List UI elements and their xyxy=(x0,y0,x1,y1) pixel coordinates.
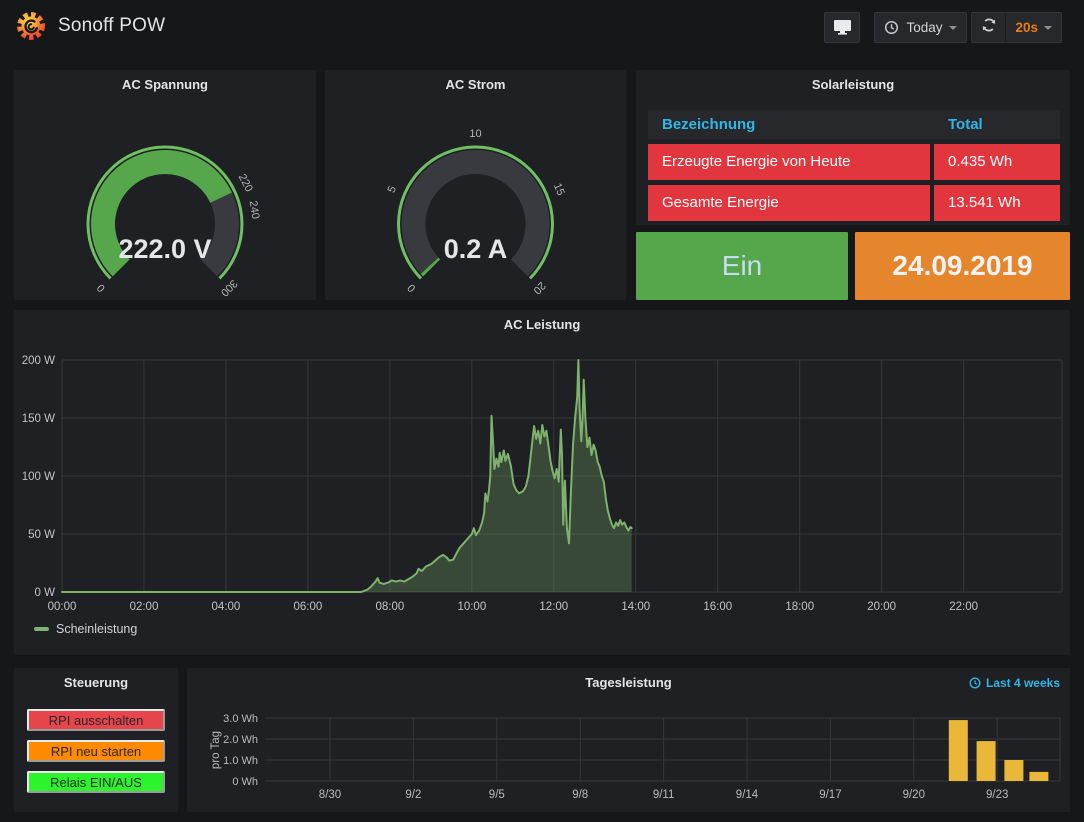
svg-text:8/30: 8/30 xyxy=(319,789,341,801)
refresh-controls: 20s xyxy=(971,12,1062,43)
refresh-interval-dropdown[interactable]: 20s xyxy=(1006,13,1061,42)
top-navbar: Sonoff POW Today xyxy=(0,0,1084,55)
row-label: Erzeugte Energie von Heute xyxy=(648,144,930,180)
column-header[interactable]: Total xyxy=(930,110,1060,139)
dashboard-title[interactable]: Sonoff POW xyxy=(58,15,165,37)
caret-down-icon xyxy=(1044,26,1052,30)
clock-icon xyxy=(884,20,899,35)
svg-text:16:00: 16:00 xyxy=(703,601,732,613)
svg-text:0 Wh: 0 Wh xyxy=(232,776,258,788)
panel-ac-strom: AC Strom 0 5 10 15 20 0.2 A xyxy=(325,70,626,300)
svg-text:00:00: 00:00 xyxy=(48,601,77,613)
refresh-interval-label: 20s xyxy=(1015,20,1038,35)
svg-text:200 W: 200 W xyxy=(22,355,55,367)
svg-text:08:00: 08:00 xyxy=(375,601,404,613)
svg-text:9/17: 9/17 xyxy=(819,789,841,801)
panel-solarleistung: Solarleistung Bezeichnung Total Erzeugte… xyxy=(636,70,1070,225)
time-shortcut-label: Last 4 weeks xyxy=(986,676,1060,690)
panel-date: 24.09.2019 xyxy=(855,232,1070,300)
kiosk-mode-button[interactable] xyxy=(824,12,860,43)
svg-text:9/5: 9/5 xyxy=(489,789,505,801)
series-name: Scheinleistung xyxy=(56,622,137,636)
row-label: Gesamte Energie xyxy=(648,185,930,221)
legend-item-scheinleistung[interactable]: Scheinleistung xyxy=(34,622,137,636)
svg-text:9/20: 9/20 xyxy=(903,789,925,801)
time-range-picker[interactable]: Today xyxy=(874,12,967,43)
daily-energy-bar-chart: 0 Wh 1.0 Wh 2.0 Wh 3.0 Wh 8/30 9/2 9/5 9/8 9/11 9… xyxy=(187,694,1070,811)
svg-text:9/8: 9/8 xyxy=(572,789,588,801)
svg-text:300: 300 xyxy=(218,277,239,298)
grafana-logo-icon[interactable] xyxy=(16,11,46,41)
series-color-dash xyxy=(34,627,49,631)
panel-title[interactable]: Steuerung xyxy=(14,675,178,690)
svg-text:3.0 Wh: 3.0 Wh xyxy=(223,713,258,725)
navbar-controls: Today 20s xyxy=(824,12,1062,43)
svg-text:04:00: 04:00 xyxy=(212,601,241,613)
svg-text:22:00: 22:00 xyxy=(949,601,978,613)
relay-state-value: Ein xyxy=(722,250,762,282)
svg-text:150 W: 150 W xyxy=(22,413,55,425)
panel-ac-leistung: AC Leistung 0 W50 W100 W150 W200 W00:000… xyxy=(14,310,1070,655)
svg-text:20:00: 20:00 xyxy=(867,601,896,613)
panel-relay-state: Ein xyxy=(636,232,848,300)
svg-text:222.0 V: 222.0 V xyxy=(118,234,211,264)
rpi-restart-button[interactable]: RPI neu starten xyxy=(27,740,165,762)
row-value: 0.435 Wh xyxy=(930,144,1060,180)
panel-steuerung: Steuerung RPI ausschalten RPI neu starte… xyxy=(14,668,178,812)
monitor-icon xyxy=(833,18,852,38)
svg-text:9/11: 9/11 xyxy=(653,789,675,801)
svg-text:9/23: 9/23 xyxy=(986,789,1008,801)
svg-text:9/14: 9/14 xyxy=(736,789,759,801)
svg-text:9/2: 9/2 xyxy=(405,789,421,801)
svg-text:0: 0 xyxy=(95,281,108,294)
svg-text:02:00: 02:00 xyxy=(130,601,159,613)
panel-ac-spannung: AC Spannung 0 220 240 300 222.0 V xyxy=(14,70,316,300)
refresh-button[interactable] xyxy=(972,13,1006,42)
control-buttons: RPI ausschalten RPI neu starten Relais E… xyxy=(14,709,178,802)
svg-text:240: 240 xyxy=(247,200,262,220)
row-value: 13.541 Wh xyxy=(930,185,1060,221)
svg-text:14:00: 14:00 xyxy=(621,601,650,613)
voltage-gauge: 0 220 240 300 222.0 V xyxy=(14,98,316,298)
panel-title[interactable]: AC Spannung xyxy=(14,77,316,92)
column-header[interactable]: Bezeichnung xyxy=(648,110,930,139)
svg-text:50 W: 50 W xyxy=(28,529,55,541)
refresh-icon xyxy=(981,17,997,38)
svg-text:2.0 Wh: 2.0 Wh xyxy=(223,734,258,746)
date-value: 24.09.2019 xyxy=(892,250,1032,282)
svg-text:20: 20 xyxy=(531,279,548,296)
panel-title[interactable]: AC Leistung xyxy=(14,317,1070,332)
svg-text:0.2 A: 0.2 A xyxy=(444,234,508,264)
current-gauge: 0 5 10 15 20 0.2 A xyxy=(325,98,626,298)
table-row: Gesamte Energie 13.541 Wh xyxy=(648,185,1060,221)
panel-title[interactable]: Solarleistung xyxy=(636,77,1070,92)
svg-text:0: 0 xyxy=(405,281,418,294)
solar-table: Bezeichnung Total Erzeugte Energie von H… xyxy=(648,110,1060,221)
svg-text:15: 15 xyxy=(551,182,567,198)
panel-tagesleistung: Tagesleistung Last 4 weeks 0 Wh 1.0 Wh 2.0… xyxy=(187,668,1070,812)
caret-down-icon xyxy=(949,26,957,30)
svg-text:18:00: 18:00 xyxy=(785,601,814,613)
panel-title[interactable]: Tagesleistung xyxy=(187,675,1070,690)
time-shortcut-link[interactable]: Last 4 weeks xyxy=(969,676,1060,690)
svg-text:1.0 Wh: 1.0 Wh xyxy=(223,755,258,767)
table-header-row: Bezeichnung Total xyxy=(648,110,1060,139)
power-time-series-chart: 0 W 50 W 100 W 150 W 200 W 00:00 02:00 04:00 06:… xyxy=(14,336,1070,623)
brand: Sonoff POW xyxy=(16,11,165,41)
table-row: Erzeugte Energie von Heute 0.435 Wh xyxy=(648,144,1060,180)
svg-text:pro Tag: pro Tag xyxy=(210,731,222,769)
svg-text:100 W: 100 W xyxy=(22,471,55,483)
time-range-label: Today xyxy=(906,20,942,35)
svg-text:06:00: 06:00 xyxy=(294,601,323,613)
svg-text:12:00: 12:00 xyxy=(539,601,568,613)
panel-title[interactable]: AC Strom xyxy=(325,77,626,92)
svg-text:0 W: 0 W xyxy=(35,587,56,599)
relay-toggle-button[interactable]: Relais EIN/AUS xyxy=(27,771,165,793)
svg-text:220: 220 xyxy=(236,172,255,194)
svg-text:5: 5 xyxy=(386,184,399,194)
svg-text:10:00: 10:00 xyxy=(457,601,486,613)
svg-text:10: 10 xyxy=(469,128,481,140)
clock-icon xyxy=(969,677,981,689)
rpi-shutdown-button[interactable]: RPI ausschalten xyxy=(27,709,165,731)
